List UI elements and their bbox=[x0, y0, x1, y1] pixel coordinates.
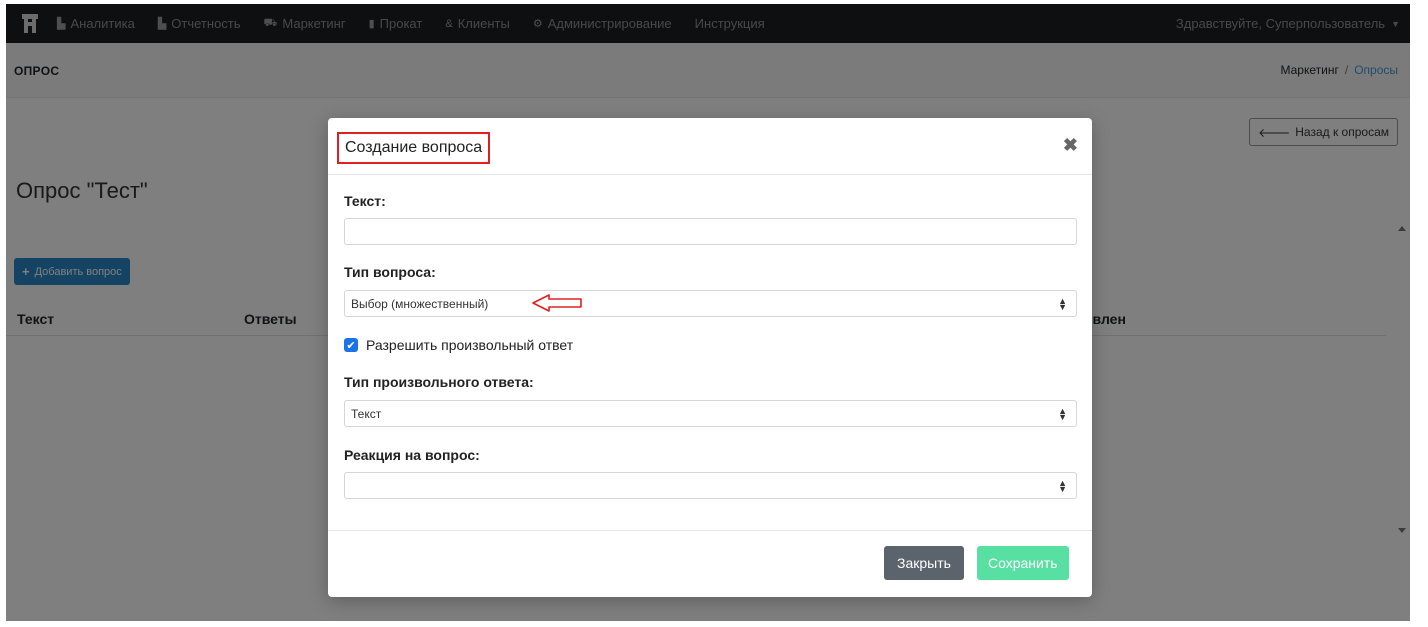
select-caret-icon: ▲ ▼ bbox=[1058, 478, 1067, 494]
select-caret-icon: ▲ ▼ bbox=[1058, 406, 1067, 422]
modal-header: Создание вопроса ✖ bbox=[328, 118, 1092, 175]
create-question-modal: Создание вопроса ✖ Текст: Тип вопроса: В… bbox=[328, 118, 1092, 597]
select-caret-icon: ▲ ▼ bbox=[1058, 296, 1067, 312]
question-type-value: Выбор (множественный) bbox=[351, 296, 489, 311]
free-answer-type-label: Тип произвольного ответа: bbox=[344, 374, 534, 390]
allow-free-answer-label: Разрешить произвольный ответ bbox=[366, 337, 574, 353]
allow-free-answer-row[interactable]: ✔ Разрешить произвольный ответ bbox=[344, 337, 573, 353]
reaction-label: Реакция на вопрос: bbox=[344, 447, 480, 463]
close-icon[interactable]: ✖ bbox=[1063, 135, 1078, 156]
annotation-arrow-icon bbox=[531, 293, 583, 318]
allow-free-answer-checkbox[interactable]: ✔ bbox=[344, 338, 358, 352]
save-button[interactable]: Сохранить bbox=[977, 546, 1069, 580]
text-input[interactable] bbox=[344, 218, 1077, 245]
free-answer-type-select[interactable]: Текст ▲ ▼ bbox=[344, 400, 1077, 427]
close-button[interactable]: Закрыть bbox=[884, 546, 964, 580]
modal-title: Создание вопроса bbox=[337, 132, 491, 164]
question-type-label: Тип вопроса: bbox=[344, 264, 436, 280]
app-window: ▙ Аналитика ▙ Отчетность ⛟ Маркетинг ▮ П… bbox=[6, 4, 1410, 621]
text-label: Текст: bbox=[344, 193, 386, 209]
free-answer-type-value: Текст bbox=[351, 406, 382, 421]
modal-footer: Закрыть Сохранить bbox=[328, 530, 1092, 598]
question-type-select[interactable]: Выбор (множественный) ▲ ▼ bbox=[344, 290, 1077, 317]
reaction-select[interactable]: ▲ ▼ bbox=[344, 472, 1077, 499]
